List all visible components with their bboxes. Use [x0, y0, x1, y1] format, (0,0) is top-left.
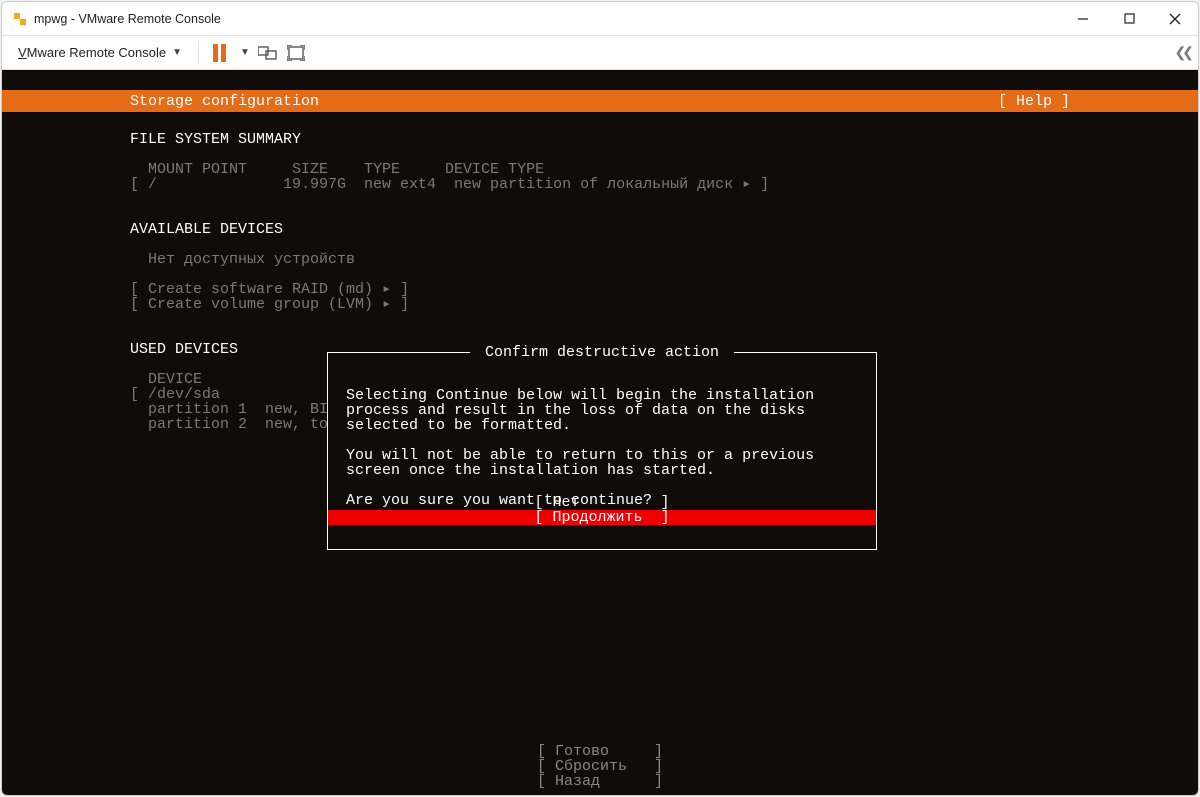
table-row[interactable]: [ / 19.997G new ext4 new partition of ло…: [130, 177, 769, 192]
menu-label: Mware Remote Console: [27, 45, 166, 60]
section-heading: AVAILABLE DEVICES: [130, 222, 283, 237]
table-row[interactable]: [ /dev/sda: [130, 387, 220, 402]
console-screen[interactable]: Storage configuration [ Help ] FILE SYST…: [2, 70, 1198, 795]
help-button[interactable]: [ Help ]: [998, 94, 1070, 109]
send-cad-icon[interactable]: [258, 43, 278, 63]
maximize-button[interactable]: [1106, 2, 1152, 36]
chevron-down-icon: ▼: [172, 47, 182, 58]
vmrc-toolbar: VMware Remote Console ▼ ▼ ❮❮: [2, 36, 1198, 70]
dialog-text: You will not be able to return to this o…: [346, 447, 823, 479]
dialog-title: Confirm destructive action: [470, 345, 734, 360]
empty-state: Нет доступных устройств: [130, 252, 355, 267]
section-heading: USED DEVICES: [130, 342, 238, 357]
collapse-toolbar-icon[interactable]: ❮❮: [1175, 44, 1190, 61]
tui-header-bar: Storage configuration [ Help ]: [2, 90, 1198, 112]
table-header: MOUNT POINT SIZE TYPE DEVICE TYPE: [130, 162, 544, 177]
reset-button[interactable]: [ Сбросить ]: [2, 759, 1198, 774]
window-titlebar: mpwg - VMware Remote Console: [2, 2, 1198, 36]
footer-actions: [ Готово ] [ Сбросить ] [ Назад ]: [2, 744, 1198, 789]
menu-item-lvm[interactable]: [ Create volume group (LVM) ▸ ]: [130, 297, 409, 312]
continue-button[interactable]: [ Продолжить ]: [328, 510, 876, 525]
table-row[interactable]: partition 2 new, to: [130, 417, 328, 432]
dialog-text: Selecting Continue below will begin the …: [346, 387, 823, 434]
close-button[interactable]: [1152, 2, 1198, 36]
back-button[interactable]: [ Назад ]: [2, 774, 1198, 789]
chevron-down-icon[interactable]: ▼: [240, 47, 250, 58]
menu-hotkey: V: [18, 45, 27, 60]
minimize-button[interactable]: [1060, 2, 1106, 36]
pause-icon[interactable]: [213, 44, 226, 62]
done-button[interactable]: [ Готово ]: [2, 744, 1198, 759]
app-icon: [12, 11, 28, 27]
window-title: mpwg - VMware Remote Console: [34, 12, 221, 26]
confirm-dialog: Confirm destructive action Selecting Con…: [327, 352, 877, 550]
vmrc-menu[interactable]: VMware Remote Console ▼: [14, 43, 186, 62]
section-heading: FILE SYSTEM SUMMARY: [130, 132, 301, 147]
menu-item-raid[interactable]: [ Create software RAID (md) ▸ ]: [130, 282, 409, 297]
fullscreen-icon[interactable]: [286, 43, 306, 63]
table-header: DEVICE: [130, 372, 202, 387]
table-row[interactable]: partition 1 new, BIO: [130, 402, 337, 417]
toolbar-separator: [198, 42, 199, 64]
page-title: Storage configuration: [130, 94, 319, 109]
no-button[interactable]: [ Нет ]: [328, 495, 876, 510]
